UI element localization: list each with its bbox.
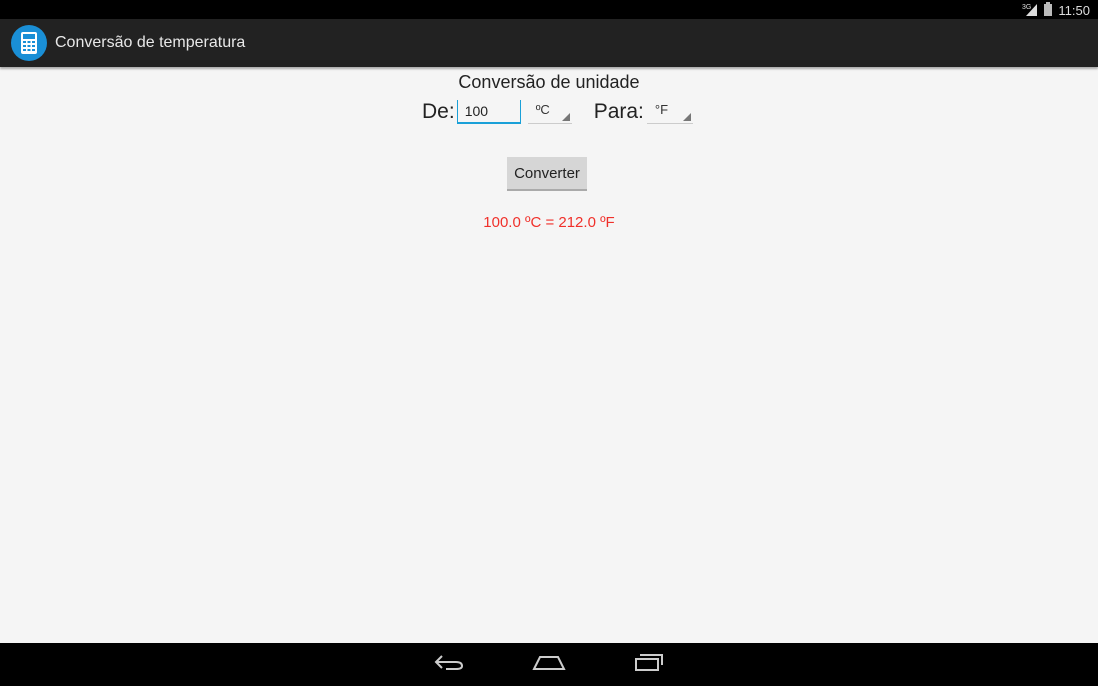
to-label: Para:	[593, 100, 644, 123]
battery-icon	[1043, 2, 1053, 19]
conversion-form: De: ºC Para: °F	[422, 100, 693, 124]
from-value-input[interactable]	[456, 100, 521, 124]
back-icon[interactable]	[434, 653, 464, 676]
from-label: De:	[422, 100, 455, 123]
recents-icon[interactable]	[634, 653, 664, 676]
svg-text:3G: 3G	[1022, 4, 1031, 11]
page-heading: Conversão de unidade	[458, 72, 640, 92]
result-text: 100.0 ºC = 212.0 ºF	[483, 214, 615, 231]
action-bar: Conversão de temperatura	[0, 19, 1098, 67]
home-icon[interactable]	[532, 653, 566, 676]
status-bar: 3G 11:50	[0, 0, 1098, 19]
from-unit-value: ºC	[535, 102, 550, 117]
dropdown-arrow-icon	[561, 113, 570, 121]
to-unit-spinner[interactable]: °F	[646, 100, 693, 124]
navigation-bar	[0, 643, 1098, 686]
signal-icon: 3G	[1022, 2, 1038, 19]
dropdown-arrow-icon	[682, 113, 691, 121]
app-title: Conversão de temperatura	[55, 34, 246, 51]
convert-button[interactable]: Converter	[507, 157, 587, 191]
calculator-icon[interactable]	[11, 25, 47, 61]
to-unit-value: °F	[654, 102, 669, 117]
from-unit-spinner[interactable]: ºC	[527, 100, 572, 124]
clock: 11:50	[1058, 3, 1090, 18]
